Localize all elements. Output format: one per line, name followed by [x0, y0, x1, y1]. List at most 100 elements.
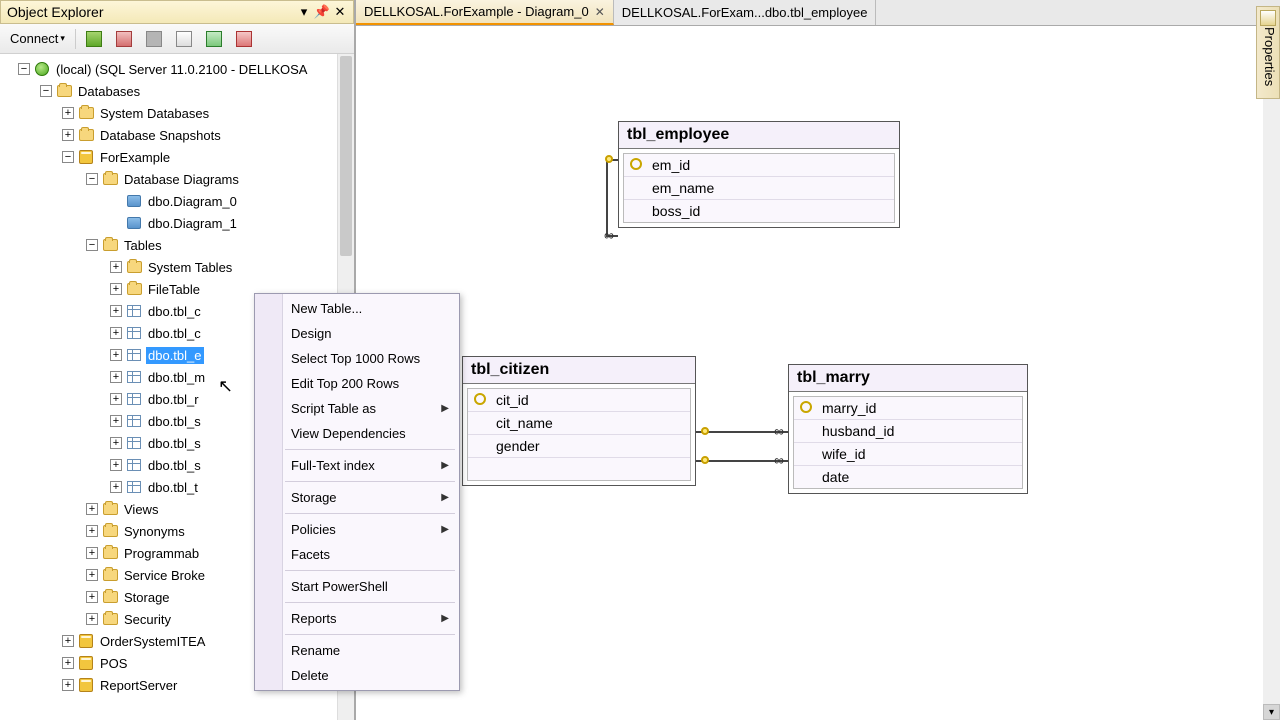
menu-facets[interactable]: Facets [255, 542, 459, 567]
diagram-canvas[interactable]: tbl_employee em_id em_name boss_id ∞ tbl… [356, 26, 1263, 720]
expander-icon[interactable]: + [110, 371, 122, 383]
expander-icon[interactable]: + [86, 613, 98, 625]
tab-diagram-0[interactable]: DELLKOSAL.ForExample - Diagram_0 ✕ [356, 0, 614, 25]
expander-icon[interactable]: + [86, 569, 98, 581]
entity-header: tbl_citizen [463, 357, 695, 384]
table-icon [126, 435, 142, 451]
entity-header: tbl_employee [619, 122, 899, 149]
tree-server[interactable]: −(local) (SQL Server 11.0.2100 - DELLKOS… [0, 58, 354, 80]
expander-icon[interactable]: + [86, 591, 98, 603]
expander-icon[interactable]: + [110, 393, 122, 405]
tree-system-tables[interactable]: +System Tables [0, 256, 354, 278]
toolbar-btn-2[interactable] [112, 29, 136, 49]
expander-icon[interactable]: + [62, 635, 74, 647]
expander-icon[interactable]: − [86, 173, 98, 185]
expander-icon[interactable]: + [62, 107, 74, 119]
menu-policies[interactable]: Policies▶ [255, 517, 459, 542]
entity-column[interactable]: date [794, 466, 1022, 488]
tree-database-diagrams[interactable]: −Database Diagrams [0, 168, 354, 190]
scrollbar-thumb[interactable] [340, 56, 352, 256]
entity-column[interactable]: wife_id [794, 443, 1022, 466]
menu-view-dependencies[interactable]: View Dependencies [255, 421, 459, 446]
menu-select-top-1000[interactable]: Select Top 1000 Rows [255, 346, 459, 371]
entity-column[interactable]: em_name [624, 177, 894, 200]
menu-full-text-index[interactable]: Full-Text index▶ [255, 453, 459, 478]
pin-icon[interactable]: 📌 [315, 5, 329, 19]
relation-end-many-icon: ∞ [772, 424, 786, 438]
properties-icon [1260, 10, 1276, 26]
entity-column[interactable]: marry_id [794, 397, 1022, 420]
entity-column[interactable]: husband_id [794, 420, 1022, 443]
expander-icon[interactable]: + [110, 415, 122, 427]
tab-tbl-employee[interactable]: DELLKOSAL.ForExam...dbo.tbl_employee [614, 0, 877, 25]
menu-new-table[interactable]: New Table... [255, 296, 459, 321]
menu-rename[interactable]: Rename [255, 638, 459, 663]
menu-reports[interactable]: Reports▶ [255, 606, 459, 631]
entity-tbl-marry[interactable]: tbl_marry marry_id husband_id wife_id da… [788, 364, 1028, 494]
expander-icon[interactable]: + [110, 261, 122, 273]
expander-icon[interactable]: − [86, 239, 98, 251]
expander-icon[interactable]: + [110, 481, 122, 493]
scroll-down-icon[interactable]: ▾ [1263, 704, 1280, 720]
menu-storage[interactable]: Storage▶ [255, 485, 459, 510]
expander-icon[interactable]: + [110, 437, 122, 449]
expander-icon[interactable]: + [62, 129, 74, 141]
close-icon[interactable]: ✕ [595, 5, 605, 19]
database-icon [78, 655, 94, 671]
expander-icon[interactable]: + [110, 283, 122, 295]
entity-tbl-citizen[interactable]: tbl_citizen cit_id cit_name gender [462, 356, 696, 486]
expander-icon[interactable]: − [62, 151, 74, 163]
object-explorer-toolbar: Connect▾ [0, 24, 354, 54]
entity-column[interactable]: gender [468, 435, 690, 458]
entity-column[interactable]: em_id [624, 154, 894, 177]
table-icon [126, 347, 142, 363]
expander-icon[interactable]: + [110, 459, 122, 471]
canvas-scrollbar[interactable]: ▴ ▾ [1263, 26, 1280, 720]
folder-icon [102, 611, 118, 627]
toolbar-btn-refresh[interactable] [202, 29, 226, 49]
relation-line [606, 159, 608, 237]
tree-tables[interactable]: −Tables [0, 234, 354, 256]
tree-diagram-0[interactable]: dbo.Diagram_0 [0, 190, 354, 212]
folder-icon [102, 501, 118, 517]
toolbar-btn-filter[interactable] [172, 29, 196, 49]
toolbar-btn-delete[interactable] [232, 29, 256, 49]
expander-icon[interactable]: + [86, 525, 98, 537]
dropdown-icon[interactable]: ▾ [297, 5, 311, 19]
toolbar-btn-stop[interactable] [142, 29, 166, 49]
database-icon [78, 633, 94, 649]
menu-edit-top-200[interactable]: Edit Top 200 Rows [255, 371, 459, 396]
expander-icon[interactable]: + [86, 503, 98, 515]
entity-column[interactable]: cit_id [468, 389, 690, 412]
tree-database-snapshots[interactable]: +Database Snapshots [0, 124, 354, 146]
expander-icon[interactable]: + [62, 657, 74, 669]
expander-icon[interactable]: + [62, 679, 74, 691]
primary-key-icon [630, 158, 644, 172]
toolbar-btn-1[interactable] [82, 29, 106, 49]
relation-end-key-icon [602, 152, 616, 166]
properties-side-tab[interactable]: Properties [1256, 6, 1280, 99]
expander-icon[interactable]: − [40, 85, 52, 97]
expander-icon[interactable]: − [18, 63, 30, 75]
expander-icon[interactable]: + [86, 547, 98, 559]
tree-diagram-1[interactable]: dbo.Diagram_1 [0, 212, 354, 234]
menu-start-powershell[interactable]: Start PowerShell [255, 574, 459, 599]
entity-column[interactable]: boss_id [624, 200, 894, 222]
relation-end-many-icon: ∞ [772, 453, 786, 467]
close-icon[interactable]: ✕ [333, 5, 347, 19]
expander-icon[interactable]: + [110, 349, 122, 361]
tree-databases[interactable]: −Databases [0, 80, 354, 102]
entity-tbl-employee[interactable]: tbl_employee em_id em_name boss_id [618, 121, 900, 228]
menu-script-table-as[interactable]: Script Table as▶ [255, 396, 459, 421]
tree-db-forexample[interactable]: −ForExample [0, 146, 354, 168]
connect-button[interactable]: Connect▾ [6, 29, 69, 48]
folder-icon [102, 171, 118, 187]
document-area: DELLKOSAL.ForExample - Diagram_0 ✕ DELLK… [356, 0, 1280, 720]
menu-delete[interactable]: Delete [255, 663, 459, 688]
tree-system-databases[interactable]: +System Databases [0, 102, 354, 124]
table-icon [126, 325, 142, 341]
menu-design[interactable]: Design [255, 321, 459, 346]
expander-icon[interactable]: + [110, 327, 122, 339]
entity-column[interactable]: cit_name [468, 412, 690, 435]
expander-icon[interactable]: + [110, 305, 122, 317]
